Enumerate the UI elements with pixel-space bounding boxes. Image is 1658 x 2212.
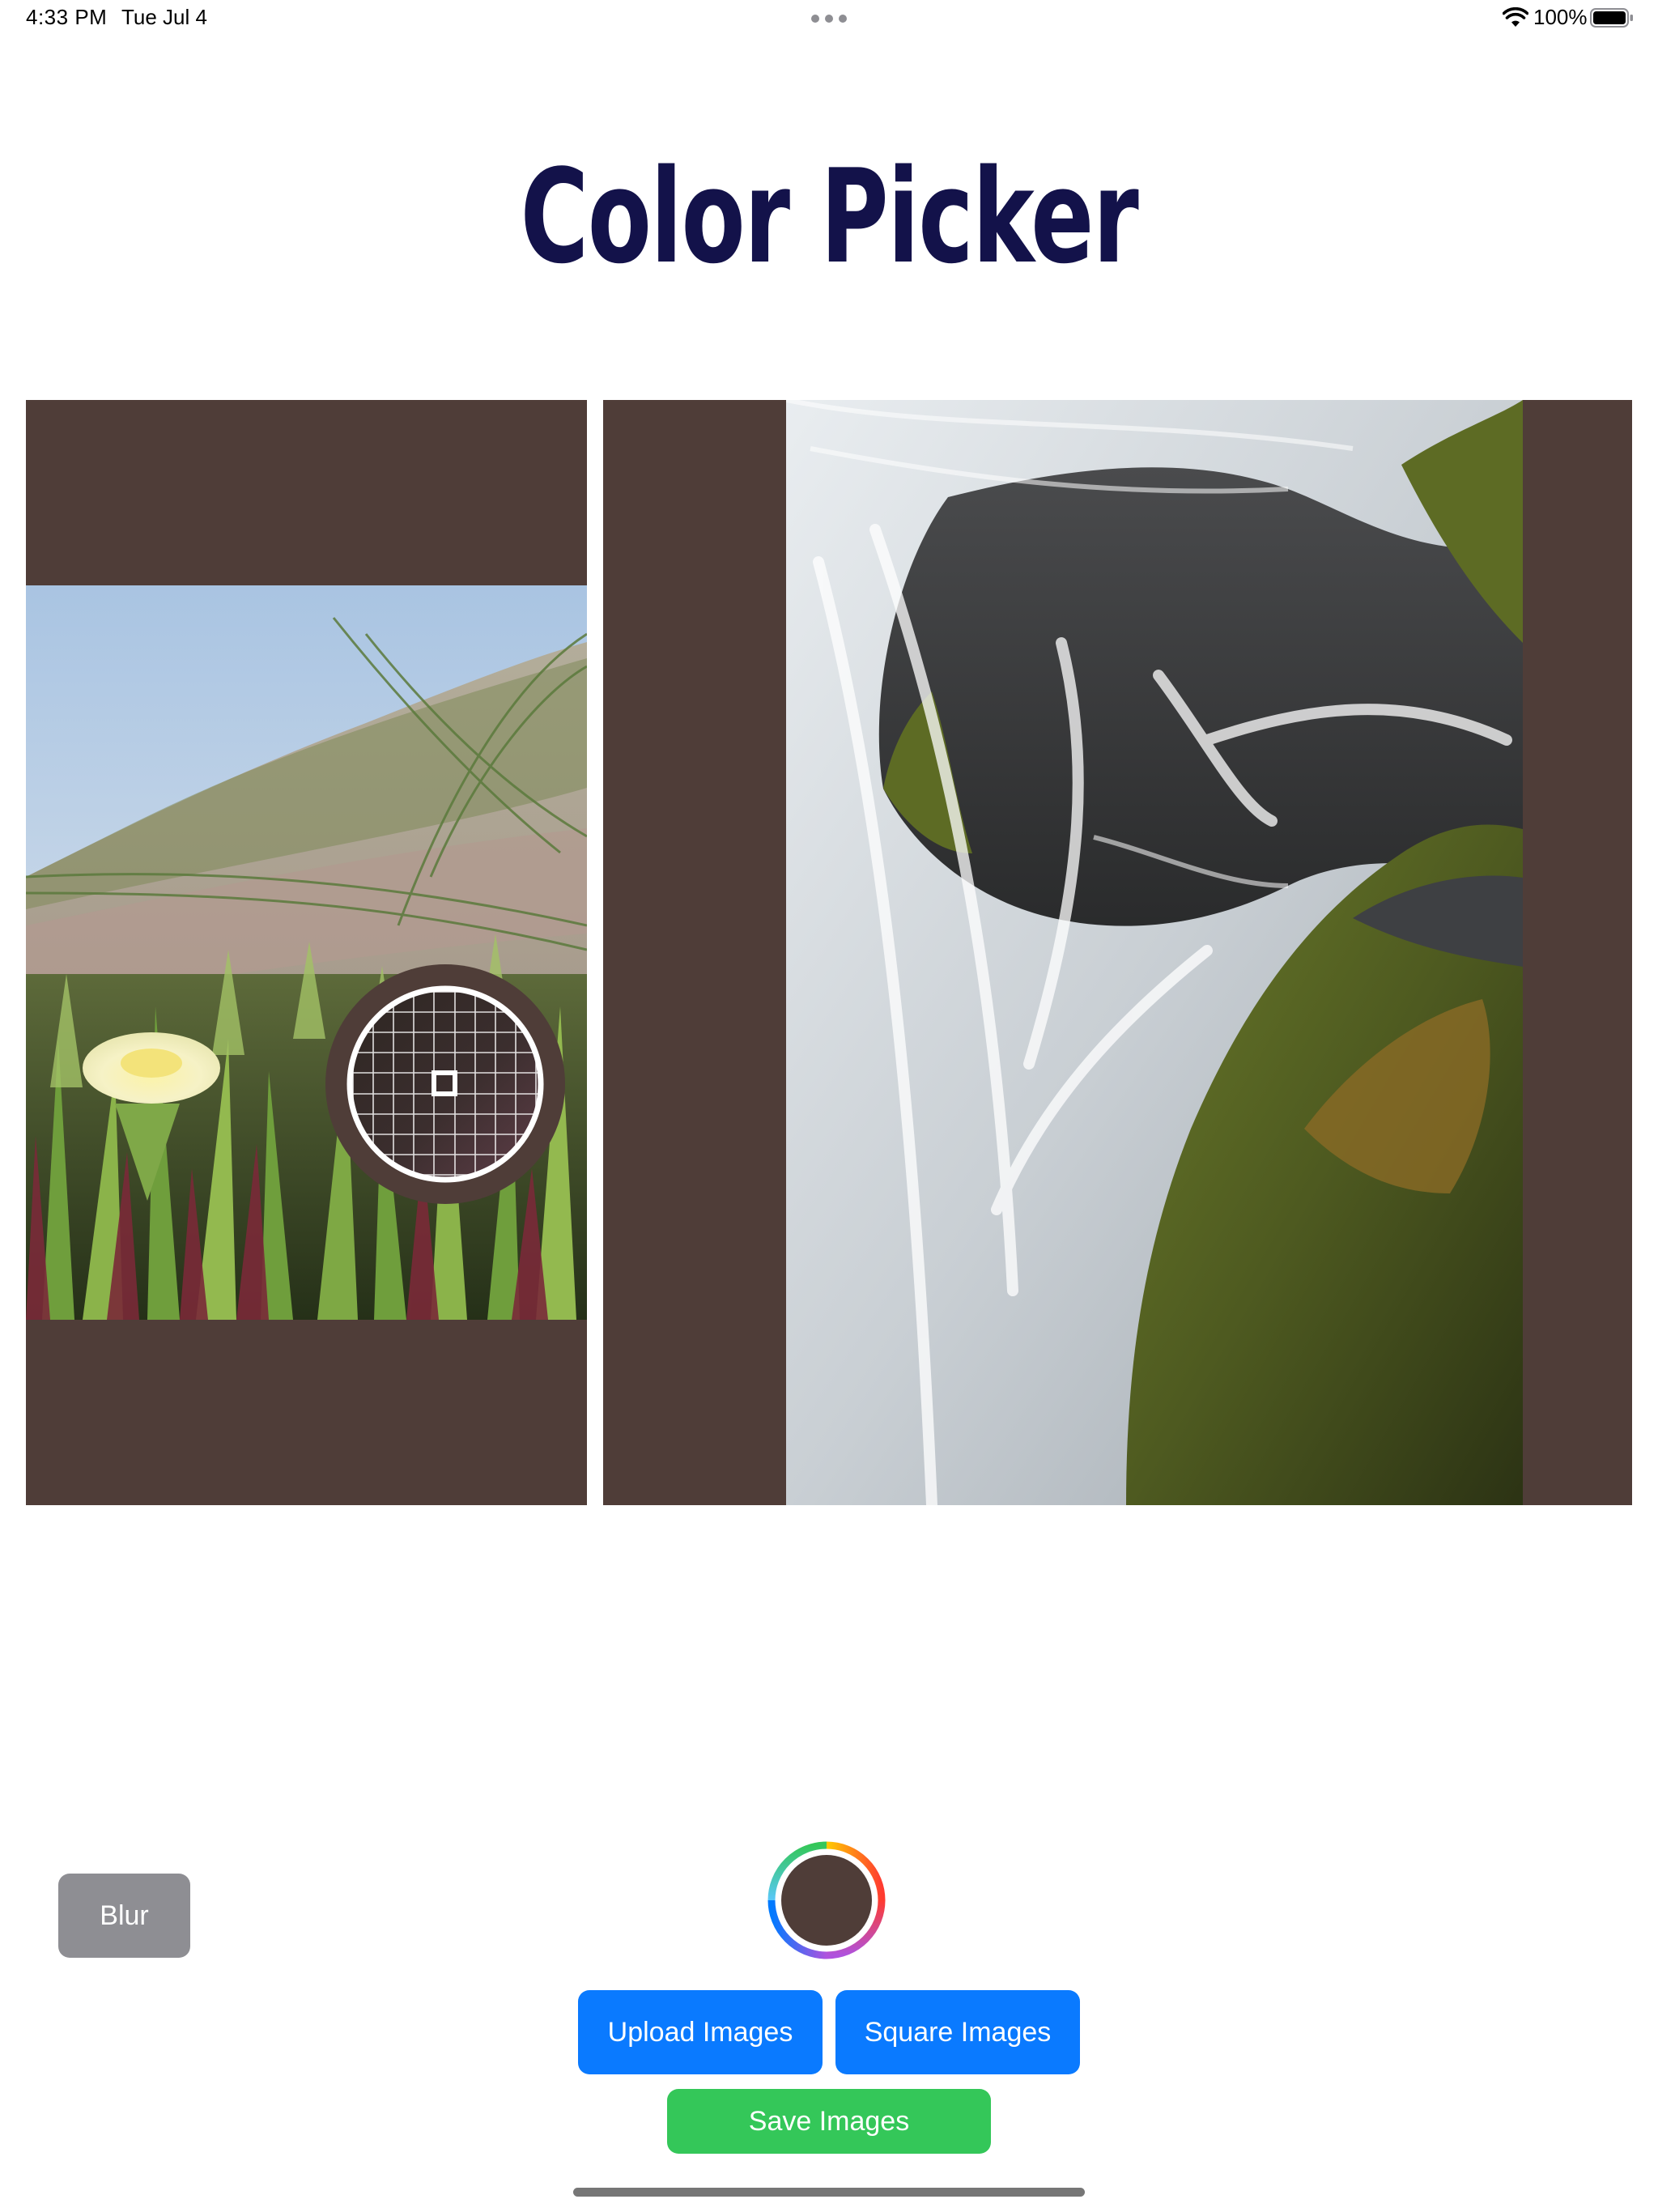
multitasking-dots-icon[interactable] [811,15,847,23]
blur-button[interactable]: Blur [58,1874,190,1958]
battery-icon [1590,8,1633,28]
color-loupe-icon[interactable] [325,964,565,1204]
save-images-button[interactable]: Save Images [667,2089,991,2154]
flower-photo[interactable] [26,585,587,1320]
status-time: 4:33 PM [26,5,108,29]
waterfall-photo-image [786,400,1523,1505]
flower-photo-image [26,585,587,1320]
page-title: Color Picker [520,141,1139,292]
right-image-pane[interactable] [603,400,1632,1505]
battery-percentage: 100% [1533,5,1588,29]
waterfall-photo[interactable] [786,400,1523,1505]
upload-images-button[interactable]: Upload Images [578,1990,823,2074]
wifi-icon [1503,7,1528,27]
home-indicator[interactable] [573,2188,1085,2197]
left-image-pane[interactable] [26,400,587,1505]
color-well-icon[interactable] [767,1841,886,1959]
status-date: Tue Jul 4 [121,5,207,29]
square-images-button[interactable]: Square Images [835,1990,1080,2074]
app-screen: 4:33 PM Tue Jul 4 100% Color Picker Blur… [0,0,1658,2212]
